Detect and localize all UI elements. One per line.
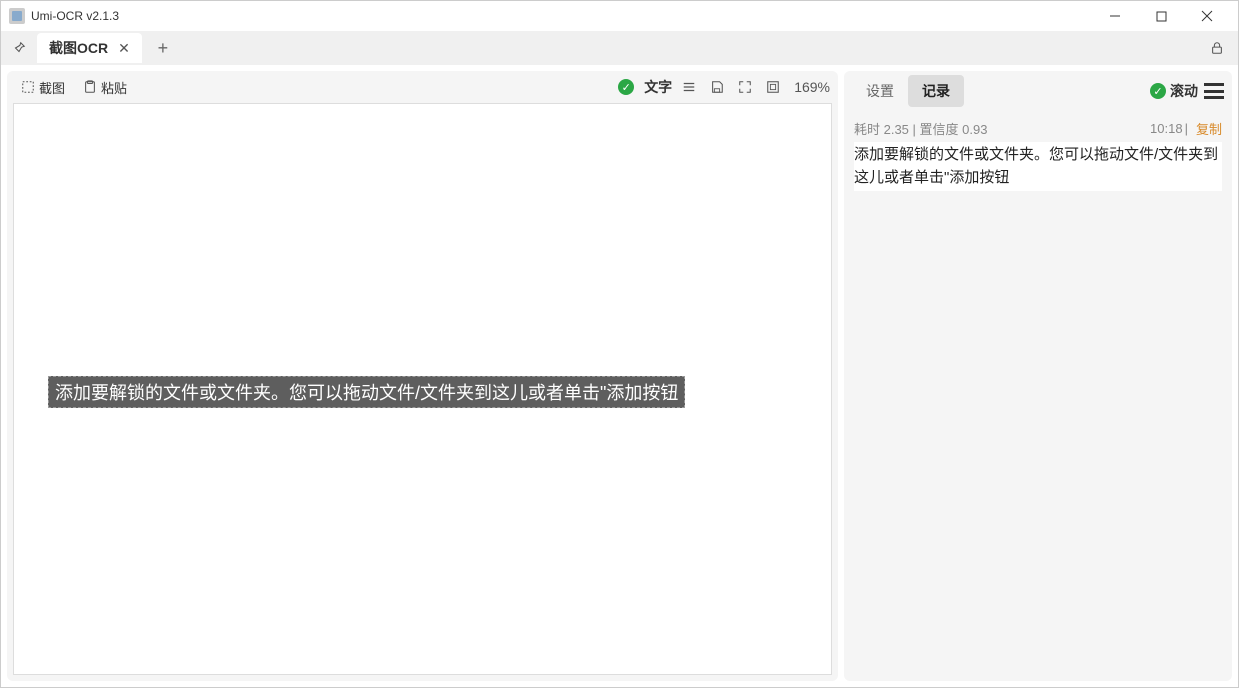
tab-close-icon[interactable]: ✕: [118, 40, 130, 57]
image-preview-area[interactable]: 添加要解锁的文件或文件夹。您可以拖动文件/文件夹到这儿或者单击"添加按钮: [13, 103, 832, 675]
status-ok-icon: ✓: [618, 79, 634, 95]
add-tab-button[interactable]: +: [148, 33, 178, 63]
window-title: Umi-OCR v2.1.3: [31, 9, 119, 23]
right-toolbar: 设置 记录 ✓ 滚动: [844, 71, 1232, 111]
record-text[interactable]: 添加要解锁的文件或文件夹。您可以拖动文件/文件夹到这儿或者单击"添加按钮: [854, 142, 1222, 191]
ocr-text-overlay: 添加要解锁的文件或文件夹。您可以拖动文件/文件夹到这儿或者单击"添加按钮: [48, 376, 685, 408]
record-header: 耗时 2.35 | 置信度 0.93 10:18 | 复制: [854, 119, 1222, 138]
left-toolbar: 截图 粘贴 ✓ 文字 169%: [7, 71, 838, 103]
right-panel: 设置 记录 ✓ 滚动 耗时 2.35 | 置信度 0.93 10:18 | 复制…: [844, 71, 1232, 681]
content-area: 截图 粘贴 ✓ 文字 169%: [1, 65, 1238, 687]
scroll-status-icon: ✓: [1150, 83, 1166, 99]
screenshot-button[interactable]: 截图: [15, 75, 71, 100]
fullscreen-icon[interactable]: [734, 76, 756, 98]
save-icon[interactable]: [706, 76, 728, 98]
tab-screenshot-ocr[interactable]: 截图OCR ✕: [37, 33, 142, 63]
paste-button[interactable]: 粘贴: [77, 75, 133, 100]
screenshot-label: 截图: [39, 78, 65, 97]
paste-icon: [83, 80, 97, 94]
zoom-label[interactable]: 169%: [794, 79, 830, 95]
pin-button[interactable]: [5, 34, 33, 62]
text-mode-label[interactable]: 文字: [644, 77, 672, 97]
lock-button[interactable]: [1202, 33, 1232, 63]
copy-button[interactable]: 复制: [1196, 119, 1222, 138]
paste-label: 粘贴: [101, 78, 127, 97]
record-time: 10:18: [1150, 121, 1183, 136]
tab-label: 截图OCR: [49, 38, 108, 58]
app-icon: [9, 8, 25, 24]
maximize-button[interactable]: [1138, 1, 1184, 31]
screenshot-icon: [21, 80, 35, 94]
scroll-label[interactable]: 滚动: [1170, 81, 1198, 101]
left-panel: 截图 粘贴 ✓ 文字 169%: [7, 71, 838, 681]
tab-records[interactable]: 记录: [908, 75, 964, 107]
menu-icon[interactable]: [1204, 83, 1224, 99]
records-list: 耗时 2.35 | 置信度 0.93 10:18 | 复制 添加要解锁的文件或文…: [844, 111, 1232, 681]
list-icon[interactable]: [678, 76, 700, 98]
close-button[interactable]: [1184, 1, 1230, 31]
tab-settings[interactable]: 设置: [852, 75, 908, 107]
record-meta: 耗时 2.35 | 置信度 0.93: [854, 119, 987, 138]
tabbar: 截图OCR ✕ +: [1, 31, 1238, 65]
minimize-button[interactable]: [1092, 1, 1138, 31]
fit-icon[interactable]: [762, 76, 784, 98]
titlebar: Umi-OCR v2.1.3: [1, 1, 1238, 31]
